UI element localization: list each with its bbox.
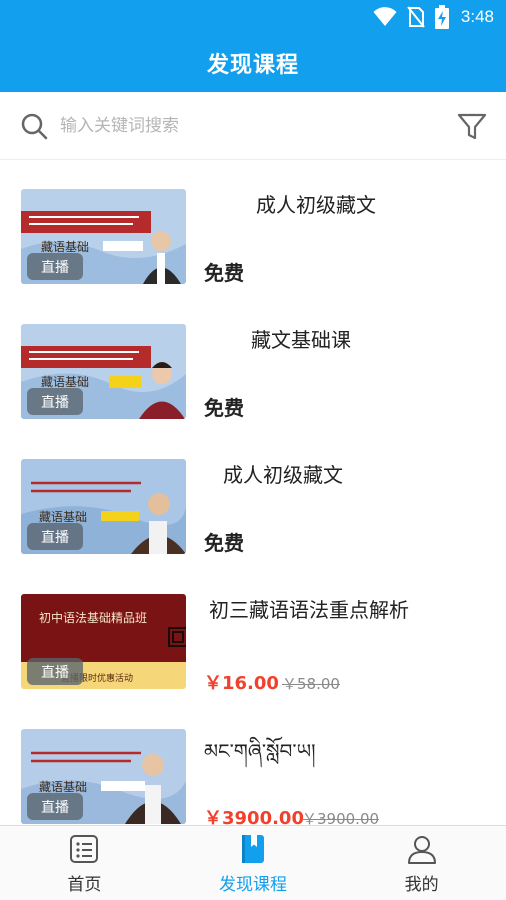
tab-label: 发现课程	[219, 875, 287, 895]
status-icons: 3:48	[373, 5, 494, 29]
search-bar	[0, 92, 506, 160]
banner-text: 藏语基础	[39, 780, 87, 794]
course-price: 免费	[204, 531, 244, 555]
course-thumbnail: 藏语基础 直播	[21, 189, 186, 284]
course-item[interactable]: 藏语基础 直播 成人初级藏文 免费	[0, 161, 506, 296]
course-title: མང་གཞི་སློབ་ཡ།	[204, 739, 316, 763]
original-price: ￥58.00	[282, 675, 340, 693]
course-price: ￥3900.00	[204, 808, 304, 825]
status-bar: 3:48	[0, 0, 506, 34]
status-time: 3:48	[460, 7, 494, 26]
course-item[interactable]: 藏语基础 直播 藏文基础课 免费	[0, 296, 506, 431]
tab-discover-courses[interactable]: 发现课程	[169, 826, 338, 900]
course-thumbnail: 初中语法基础精品班 直播限时优惠活动 直播	[21, 594, 186, 689]
live-badge: 直播	[27, 253, 83, 280]
course-price: 免费	[204, 396, 244, 420]
tab-mine[interactable]: 我的	[337, 826, 506, 900]
course-price: ￥16.00	[204, 673, 279, 694]
app-bar: 发现课程	[0, 34, 506, 92]
course-title: 初三藏语语法重点解析	[209, 598, 409, 622]
course-title: 藏文基础课	[251, 328, 351, 352]
tab-label: 首页	[67, 875, 102, 895]
live-badge: 直播	[27, 658, 83, 685]
course-list: 藏语基础 直播 成人初级藏文 免费 藏语基础 直播 藏文基础课 免费 藏语基础 …	[0, 161, 506, 825]
live-badge: 直播	[27, 523, 83, 550]
page-title: 发现课程	[206, 53, 299, 78]
battery-charging-icon	[434, 5, 449, 29]
banner-text: 藏语基础	[39, 510, 87, 524]
list-icon	[70, 835, 99, 863]
course-thumbnail: 藏语基础 直播	[21, 459, 186, 554]
course-item[interactable]: 藏语基础 直播 成人初级藏文 免费	[0, 431, 506, 566]
person-icon	[407, 836, 436, 864]
tab-label: 我的	[404, 875, 439, 895]
course-item[interactable]: 初中语法基础精品班 直播限时优惠活动 直播 初三藏语语法重点解析 ￥16.00 …	[0, 566, 506, 701]
wifi-icon	[373, 7, 397, 26]
no-sim-icon	[407, 6, 425, 28]
original-price: ￥3900.00	[302, 810, 380, 825]
banner-text: 初中语法基础精品班	[39, 610, 147, 625]
course-item[interactable]: 藏语基础 直播 མང་གཞི་སློབ་ཡ། ￥3900.00 ￥3900.00	[0, 701, 506, 825]
search-icon	[21, 113, 48, 140]
banner-text: 藏语基础	[41, 375, 89, 389]
filter-icon[interactable]	[456, 110, 488, 142]
course-price: 免费	[204, 261, 244, 285]
course-title: 成人初级藏文	[223, 463, 343, 487]
bottom-tab-bar: 首页 发现课程 我的	[0, 825, 506, 900]
course-thumbnail: 藏语基础 直播	[21, 729, 186, 824]
bookmark-book-icon	[242, 835, 264, 863]
banner-text: 藏语基础	[41, 240, 89, 254]
live-badge: 直播	[27, 793, 83, 820]
search-input[interactable]	[60, 108, 440, 144]
course-title: 成人初级藏文	[256, 193, 376, 217]
tab-home[interactable]: 首页	[0, 826, 169, 900]
live-badge: 直播	[27, 388, 83, 415]
course-thumbnail: 藏语基础 直播	[21, 324, 186, 419]
